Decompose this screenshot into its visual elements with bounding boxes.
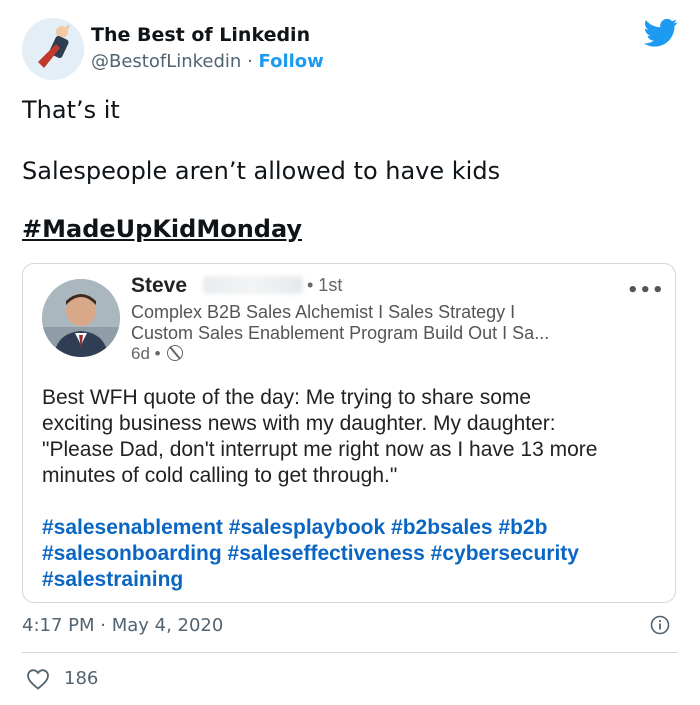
author-handle-row: @BestofLinkedin · Follow — [91, 51, 324, 72]
twitter-bird-icon[interactable] — [644, 18, 678, 48]
embedded-image[interactable]: Steve • 1st ••• Complex B2B Sales Alchem… — [22, 263, 676, 603]
info-icon[interactable] — [650, 615, 670, 635]
embed-headline-line: Complex B2B Sales Alchemist I Sales Stra… — [131, 302, 516, 322]
tweet-card: The Best of Linkedin @BestofLinkedin · F… — [0, 0, 700, 705]
embed-hashtags-line: #salesonboarding #saleseffectiveness #cy… — [42, 542, 579, 565]
connection-degree: • 1st — [307, 275, 343, 295]
author-handle[interactable]: @BestofLinkedin — [91, 51, 241, 72]
like-count[interactable]: 186 — [64, 668, 98, 689]
embed-body-line: "Please Dad, don't interrupt me right no… — [42, 438, 598, 461]
tweet-text-line: That’s it — [22, 96, 120, 124]
divider — [22, 652, 678, 653]
blurred-surname — [203, 276, 303, 294]
post-age: 6d • — [131, 344, 184, 364]
embed-body-line: minutes of cold calling to get through." — [42, 464, 398, 487]
tweet-timestamp[interactable]: 4:17 PM · May 4, 2020 — [22, 615, 223, 636]
author-name[interactable]: The Best of Linkedin — [91, 24, 310, 46]
more-options-icon: ••• — [627, 280, 665, 301]
embed-body-line: exciting business news with my daughter.… — [42, 412, 556, 435]
embed-avatar — [42, 279, 120, 357]
embed-body-line: Best WFH quote of the day: Me trying to … — [42, 386, 532, 409]
embed-hashtags-line: #salestraining — [42, 568, 184, 591]
hashtag-link[interactable]: #MadeUpKidMonday — [22, 215, 302, 243]
avatar[interactable] — [22, 18, 84, 80]
post-age-text: 6d • — [131, 344, 161, 363]
follow-button[interactable]: Follow — [259, 51, 324, 72]
heart-icon[interactable] — [26, 668, 50, 690]
handle-separator: · — [241, 51, 259, 72]
embed-author-name: Steve — [131, 274, 188, 297]
embed-headline-line: Custom Sales Enablement Program Build Ou… — [131, 323, 550, 343]
globe-icon — [167, 345, 184, 361]
embed-hashtags-line: #salesenablement #salesplaybook #b2bsale… — [42, 516, 548, 539]
tweet-text-line: Salespeople aren’t allowed to have kids — [22, 157, 501, 185]
